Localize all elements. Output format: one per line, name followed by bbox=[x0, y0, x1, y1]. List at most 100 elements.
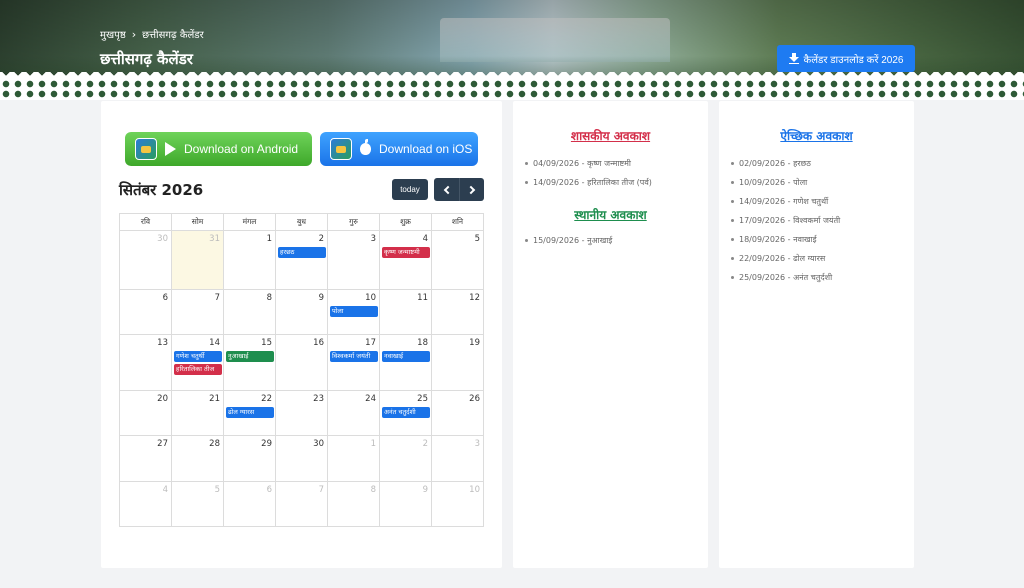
calendar-day-cell[interactable]: 23 bbox=[275, 390, 328, 436]
day-number: 9 bbox=[318, 293, 324, 303]
day-number: 29 bbox=[261, 439, 272, 449]
holiday-list-item: 22/09/2026 - ढोल ग्यारस bbox=[719, 249, 914, 268]
calendar-day-cell[interactable]: 8 bbox=[223, 289, 276, 335]
calendar-event[interactable]: ढोल ग्यारस bbox=[226, 407, 274, 418]
calendar-day-cell[interactable]: 28 bbox=[171, 435, 224, 482]
calendar-event[interactable]: अनंत चतुर्दशी bbox=[382, 407, 430, 418]
calendar-day-cell[interactable]: 19 bbox=[431, 334, 484, 391]
gov-holidays-list: 04/09/2026 - कृष्ण जन्माष्टमी 14/09/2026 … bbox=[513, 154, 708, 192]
calendar-day-cell[interactable]: 21 bbox=[171, 390, 224, 436]
calendar-day-cell[interactable]: 4 bbox=[119, 481, 172, 527]
calendar-day-cell[interactable]: 29 bbox=[223, 435, 276, 482]
calendar-day-cell[interactable]: 2 हरछठ bbox=[275, 230, 328, 290]
local-holidays-title: स्थानीय अवकाश bbox=[574, 208, 647, 222]
calendar-day-cell[interactable]: 8 bbox=[327, 481, 380, 527]
weekday-header: सोम bbox=[171, 213, 224, 231]
day-number: 17 bbox=[365, 338, 376, 348]
calendar-event[interactable]: नवाखाई bbox=[382, 351, 430, 362]
day-number: 30 bbox=[313, 439, 324, 449]
calendar-day-cell[interactable]: 15 नुआखाई bbox=[223, 334, 276, 391]
calendar-day-cell[interactable]: 30 bbox=[119, 230, 172, 290]
calendar-event[interactable]: नुआखाई bbox=[226, 351, 274, 362]
breadcrumb-home-link[interactable]: मुखपृष्ठ bbox=[100, 27, 126, 41]
day-number: 7 bbox=[318, 485, 324, 495]
calendar-event[interactable]: हरितालिका तीज bbox=[174, 364, 222, 375]
calendar-day-cell[interactable]: 12 bbox=[431, 289, 484, 335]
calendar-day-cell[interactable]: 9 bbox=[275, 289, 328, 335]
calendar-day-cell[interactable]: 5 bbox=[171, 481, 224, 527]
breadcrumb-current: छत्तीसगढ़ कैलेंडर bbox=[142, 30, 204, 41]
weekday-header: शनि bbox=[431, 213, 484, 231]
weekday-header: मंगल bbox=[223, 213, 276, 231]
calendar-event[interactable]: कृष्ण जन्माष्टमी bbox=[382, 247, 430, 258]
calendar-day-cell[interactable]: 1 bbox=[223, 230, 276, 290]
calendar-week-row: 6 7 8 9 10 पोला 11 12 bbox=[119, 289, 484, 335]
calendar-day-cell[interactable]: 7 bbox=[171, 289, 224, 335]
day-number: 14 bbox=[209, 338, 220, 348]
calendar-day-cell[interactable]: 2 bbox=[379, 435, 432, 482]
calendar-event[interactable]: हरछठ bbox=[278, 247, 326, 258]
calendar-day-cell[interactable]: 20 bbox=[119, 390, 172, 436]
day-number: 15 bbox=[261, 338, 272, 348]
holiday-list-item: 04/09/2026 - कृष्ण जन्माष्टमी bbox=[513, 154, 708, 173]
calendar-day-cell[interactable]: 4 कृष्ण जन्माष्टमी bbox=[379, 230, 432, 290]
holiday-list-item: 14/09/2026 - हरितालिका तीज (पर्व) bbox=[513, 173, 708, 192]
calendar-day-cell[interactable]: 25 अनंत चतुर्दशी bbox=[379, 390, 432, 436]
calendar-day-cell[interactable]: 22 ढोल ग्यारस bbox=[223, 390, 276, 436]
today-button[interactable]: today bbox=[392, 179, 428, 200]
calendar-day-cell[interactable]: 1 bbox=[327, 435, 380, 482]
breadcrumb: मुखपृष्ठ › छत्तीसगढ़ कैलेंडर bbox=[100, 27, 204, 42]
day-number: 2 bbox=[318, 234, 324, 244]
gov-holidays-card: शासकीय अवकाश 04/09/2026 - कृष्ण जन्माष्ट… bbox=[513, 101, 708, 568]
weekday-header: रवि bbox=[119, 213, 172, 231]
calendar-day-cell[interactable]: 27 bbox=[119, 435, 172, 482]
calendar-day-cell[interactable]: 6 bbox=[223, 481, 276, 527]
optional-holidays-list: 02/09/2026 - हरछठ 10/09/2026 - पोला 14/09/… bbox=[719, 154, 914, 287]
prev-month-button[interactable] bbox=[434, 178, 459, 201]
calendar-day-cell[interactable]: 14 गणेश चतुर्थी हरितालिका तीज bbox=[171, 334, 224, 391]
day-number: 20 bbox=[157, 394, 168, 404]
calendar-day-cell[interactable]: 26 bbox=[431, 390, 484, 436]
holiday-list-item: 02/09/2026 - हरछठ bbox=[719, 154, 914, 173]
ios-download-button[interactable]: Download on iOS bbox=[320, 132, 478, 166]
day-number: 18 bbox=[417, 338, 428, 348]
calendar-event[interactable]: पोला bbox=[330, 306, 378, 317]
calendar-day-cell[interactable]: 10 bbox=[431, 481, 484, 527]
app-logo-icon bbox=[330, 138, 352, 160]
holiday-list-item: 18/09/2026 - नवाखाई bbox=[719, 230, 914, 249]
calendar-day-cell[interactable]: 3 bbox=[431, 435, 484, 482]
calendar-week-row: 4 5 6 7 8 9 10 bbox=[119, 481, 484, 527]
calendar-card: Download on Android Download on iOS सितं… bbox=[101, 101, 502, 568]
header-banner: मुखपृष्ठ › छत्तीसगढ़ कैलेंडर छत्तीसगढ़ क… bbox=[0, 0, 1024, 100]
calendar-day-cell[interactable]: 17 विश्वकर्मा जयंती bbox=[327, 334, 380, 391]
calendar-day-cell[interactable]: 16 bbox=[275, 334, 328, 391]
calendar-day-cell[interactable]: 18 नवाखाई bbox=[379, 334, 432, 391]
weekday-header: बुध bbox=[275, 213, 328, 231]
calendar-day-cell[interactable]: 5 bbox=[431, 230, 484, 290]
next-month-button[interactable] bbox=[459, 178, 484, 201]
calendar-day-cell[interactable]: 11 bbox=[379, 289, 432, 335]
calendar-day-cell[interactable]: 31 bbox=[171, 230, 224, 290]
day-number: 31 bbox=[209, 234, 220, 244]
calendar-day-cell[interactable]: 3 bbox=[327, 230, 380, 290]
calendar-event[interactable]: विश्वकर्मा जयंती bbox=[330, 351, 378, 362]
app-logo-icon bbox=[135, 138, 157, 160]
calendar-event[interactable]: गणेश चतुर्थी bbox=[174, 351, 222, 362]
holiday-list-item: 14/09/2026 - गणेश चतुर्थी bbox=[719, 192, 914, 211]
calendar-day-cell[interactable]: 30 bbox=[275, 435, 328, 482]
android-download-label: Download on Android bbox=[184, 142, 299, 156]
day-number: 10 bbox=[469, 485, 480, 495]
holiday-list-item: 15/09/2026 - नुआखाई bbox=[513, 231, 708, 250]
calendar-download-button[interactable]: कैलेंडर डाउनलोड करें 2026 bbox=[777, 45, 915, 72]
day-number: 6 bbox=[266, 485, 272, 495]
day-number: 2 bbox=[422, 439, 428, 449]
day-number: 7 bbox=[214, 293, 220, 303]
calendar-day-cell[interactable]: 24 bbox=[327, 390, 380, 436]
day-number: 19 bbox=[469, 338, 480, 348]
calendar-day-cell[interactable]: 13 bbox=[119, 334, 172, 391]
calendar-day-cell[interactable]: 9 bbox=[379, 481, 432, 527]
calendar-day-cell[interactable]: 10 पोला bbox=[327, 289, 380, 335]
calendar-day-cell[interactable]: 7 bbox=[275, 481, 328, 527]
calendar-day-cell[interactable]: 6 bbox=[119, 289, 172, 335]
android-download-button[interactable]: Download on Android bbox=[125, 132, 312, 166]
